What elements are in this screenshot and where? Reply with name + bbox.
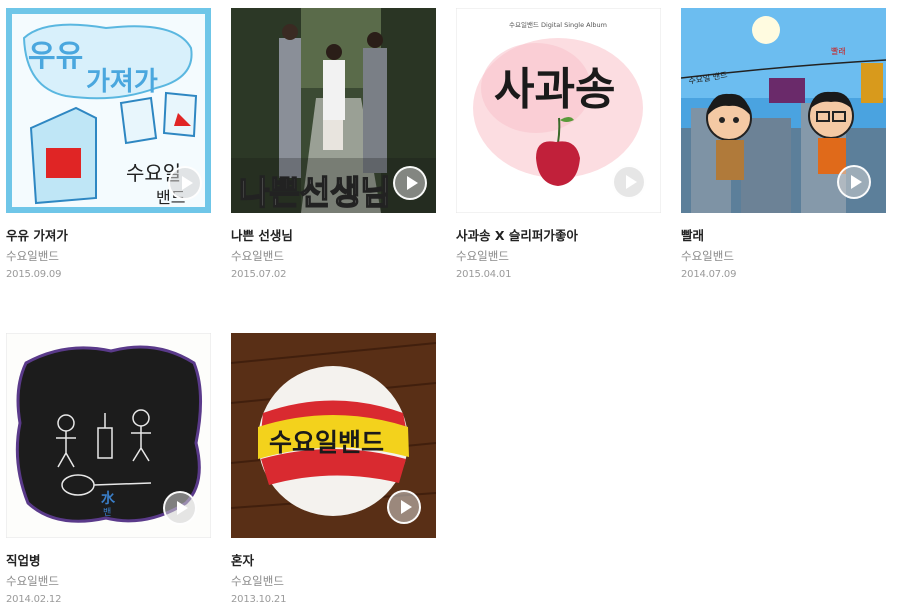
cover-text-2: 수요일밴드 Digital Single Album <box>509 20 607 29</box>
album-cover[interactable]: 수요일밴드 Digital Single Album 사과송 <box>456 8 661 213</box>
play-button[interactable] <box>387 490 421 524</box>
cover-text-2: 밴 <box>103 507 111 518</box>
album-title[interactable]: 빨래 <box>681 228 886 244</box>
release-date: 2014.02.12 <box>6 594 62 605</box>
play-button[interactable] <box>393 166 427 200</box>
album-cover[interactable]: 우유 가져가 수요일 밴드 <box>6 8 211 213</box>
album-title[interactable]: 나쁜 선생님 <box>231 228 436 244</box>
cover-text-1: 水 <box>101 490 116 507</box>
cover-text-1: 나쁜선생님 <box>239 173 391 212</box>
album-title[interactable]: 우유 가져가 <box>6 228 211 244</box>
release-date: 2015.04.01 <box>456 269 512 280</box>
album-artist[interactable]: 수요일밴드 <box>231 249 436 264</box>
play-button[interactable] <box>168 166 202 200</box>
cover-text-1: 수요일밴드 <box>269 428 384 457</box>
album-card[interactable]: 수요일밴드 Digital Single Album 사과송 사과송 X 슬리퍼… <box>456 8 661 281</box>
album-artist[interactable]: 수요일밴드 <box>456 249 661 264</box>
album-cover[interactable]: 나쁜선생님 <box>231 8 436 213</box>
album-card[interactable]: 우유 가져가 수요일 밴드 우유 가져가 수요일밴드 2015.09.09 <box>6 8 211 281</box>
album-card[interactable]: 水 밴 직업병 수요일밴드 2014.02.12 <box>6 333 211 606</box>
play-button[interactable] <box>612 165 646 199</box>
album-title[interactable]: 사과송 X 슬리퍼가좋아 <box>456 228 661 244</box>
cover-text-1: 우유 <box>28 39 83 74</box>
album-card[interactable]: 수요일밴드 혼자 수요일밴드 2013.10.21 <box>231 333 436 606</box>
release-date: 2015.07.02 <box>231 269 287 280</box>
play-button[interactable] <box>163 491 197 525</box>
album-artist[interactable]: 수요일밴드 <box>681 249 886 264</box>
release-date: 2015.09.09 <box>6 269 62 280</box>
album-artist[interactable]: 수요일밴드 <box>231 574 436 589</box>
album-title[interactable]: 혼자 <box>231 553 436 569</box>
release-date: 2014.07.09 <box>681 269 737 280</box>
album-title[interactable]: 직업병 <box>6 553 211 569</box>
cover-text-2: 가져가 <box>86 67 158 97</box>
release-date: 2013.10.21 <box>231 594 287 605</box>
album-artist[interactable]: 수요일밴드 <box>6 574 211 589</box>
cover-text-1: 사과송 <box>494 64 615 115</box>
play-button[interactable] <box>837 165 871 199</box>
album-card[interactable]: 나쁜선생님 나쁜 선생님 수요일밴드 2015.07.02 <box>231 8 436 281</box>
album-cover[interactable]: 수요일 밴드 빨래 <box>681 8 886 213</box>
album-cover[interactable]: 수요일밴드 <box>231 333 436 538</box>
cover-text-2: 빨래 <box>831 46 846 56</box>
album-card[interactable]: 수요일 밴드 빨래 빨래 수요일밴드 2014.07.09 <box>681 8 886 281</box>
album-artist[interactable]: 수요일밴드 <box>6 249 211 264</box>
album-cover[interactable]: 水 밴 <box>6 333 211 538</box>
